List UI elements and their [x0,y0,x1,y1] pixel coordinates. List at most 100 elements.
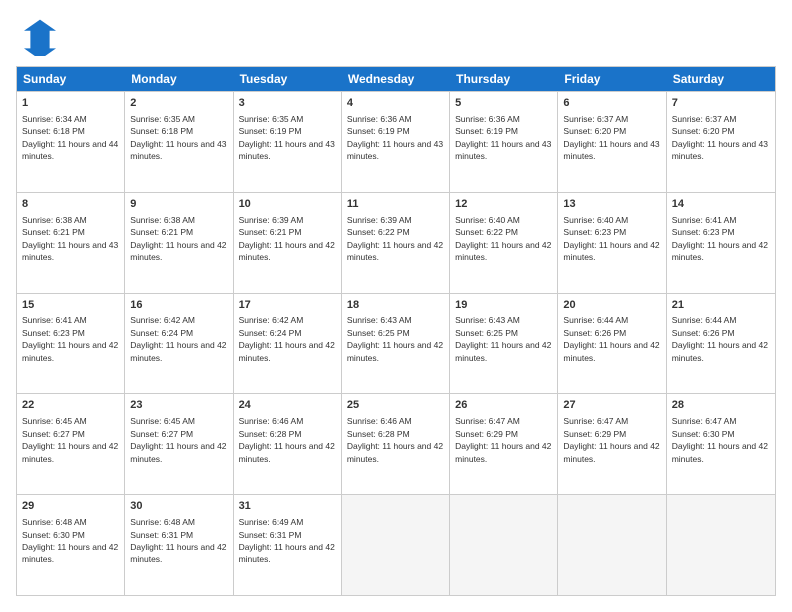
weekday-header: Saturday [667,67,775,91]
cell-info: Sunrise: 6:45 AMSunset: 6:27 PMDaylight:… [130,416,226,463]
calendar-cell: 16 Sunrise: 6:42 AMSunset: 6:24 PMDaylig… [125,294,233,394]
calendar-cell: 5 Sunrise: 6:36 AMSunset: 6:19 PMDayligh… [450,92,558,192]
day-number: 2 [130,96,227,111]
cell-info: Sunrise: 6:41 AMSunset: 6:23 PMDaylight:… [22,315,118,362]
weekday-header: Tuesday [234,67,342,91]
day-number: 3 [239,96,336,111]
page: SundayMondayTuesdayWednesdayThursdayFrid… [0,0,792,612]
weekday-header: Thursday [450,67,558,91]
day-number: 10 [239,197,336,212]
header [16,16,776,56]
cell-info: Sunrise: 6:36 AMSunset: 6:19 PMDaylight:… [347,114,443,161]
calendar-body: 1 Sunrise: 6:34 AMSunset: 6:18 PMDayligh… [17,91,775,595]
cell-info: Sunrise: 6:35 AMSunset: 6:19 PMDaylight:… [239,114,335,161]
calendar-cell: 17 Sunrise: 6:42 AMSunset: 6:24 PMDaylig… [234,294,342,394]
day-number: 15 [22,298,119,313]
cell-info: Sunrise: 6:39 AMSunset: 6:22 PMDaylight:… [347,215,443,262]
cell-info: Sunrise: 6:43 AMSunset: 6:25 PMDaylight:… [347,315,443,362]
calendar-cell: 23 Sunrise: 6:45 AMSunset: 6:27 PMDaylig… [125,394,233,494]
calendar-row: 15 Sunrise: 6:41 AMSunset: 6:23 PMDaylig… [17,293,775,394]
weekday-header: Monday [125,67,233,91]
day-number: 11 [347,197,444,212]
calendar-cell: 27 Sunrise: 6:47 AMSunset: 6:29 PMDaylig… [558,394,666,494]
cell-info: Sunrise: 6:38 AMSunset: 6:21 PMDaylight:… [22,215,118,262]
cell-info: Sunrise: 6:40 AMSunset: 6:23 PMDaylight:… [563,215,659,262]
day-number: 17 [239,298,336,313]
calendar-cell: 20 Sunrise: 6:44 AMSunset: 6:26 PMDaylig… [558,294,666,394]
day-number: 16 [130,298,227,313]
calendar-cell: 2 Sunrise: 6:35 AMSunset: 6:18 PMDayligh… [125,92,233,192]
cell-info: Sunrise: 6:42 AMSunset: 6:24 PMDaylight:… [239,315,335,362]
calendar-header: SundayMondayTuesdayWednesdayThursdayFrid… [17,67,775,91]
calendar-cell: 28 Sunrise: 6:47 AMSunset: 6:30 PMDaylig… [667,394,775,494]
logo-bird-icon [16,16,56,56]
calendar-cell: 4 Sunrise: 6:36 AMSunset: 6:19 PMDayligh… [342,92,450,192]
day-number: 14 [672,197,770,212]
cell-info: Sunrise: 6:46 AMSunset: 6:28 PMDaylight:… [239,416,335,463]
calendar-row: 1 Sunrise: 6:34 AMSunset: 6:18 PMDayligh… [17,91,775,192]
weekday-header: Sunday [17,67,125,91]
calendar-cell [342,495,450,595]
calendar-row: 22 Sunrise: 6:45 AMSunset: 6:27 PMDaylig… [17,393,775,494]
cell-info: Sunrise: 6:47 AMSunset: 6:30 PMDaylight:… [672,416,768,463]
calendar-cell: 1 Sunrise: 6:34 AMSunset: 6:18 PMDayligh… [17,92,125,192]
calendar-cell: 7 Sunrise: 6:37 AMSunset: 6:20 PMDayligh… [667,92,775,192]
calendar-cell: 18 Sunrise: 6:43 AMSunset: 6:25 PMDaylig… [342,294,450,394]
cell-info: Sunrise: 6:35 AMSunset: 6:18 PMDaylight:… [130,114,226,161]
day-number: 21 [672,298,770,313]
day-number: 5 [455,96,552,111]
calendar-row: 29 Sunrise: 6:48 AMSunset: 6:30 PMDaylig… [17,494,775,595]
cell-info: Sunrise: 6:39 AMSunset: 6:21 PMDaylight:… [239,215,335,262]
cell-info: Sunrise: 6:44 AMSunset: 6:26 PMDaylight:… [563,315,659,362]
weekday-header: Friday [558,67,666,91]
day-number: 18 [347,298,444,313]
day-number: 22 [22,398,119,413]
calendar-cell: 21 Sunrise: 6:44 AMSunset: 6:26 PMDaylig… [667,294,775,394]
day-number: 13 [563,197,660,212]
logo [16,16,60,56]
calendar-cell [558,495,666,595]
day-number: 7 [672,96,770,111]
cell-info: Sunrise: 6:37 AMSunset: 6:20 PMDaylight:… [563,114,659,161]
calendar-cell: 11 Sunrise: 6:39 AMSunset: 6:22 PMDaylig… [342,193,450,293]
calendar-cell: 10 Sunrise: 6:39 AMSunset: 6:21 PMDaylig… [234,193,342,293]
calendar-cell: 26 Sunrise: 6:47 AMSunset: 6:29 PMDaylig… [450,394,558,494]
day-number: 24 [239,398,336,413]
calendar-cell: 24 Sunrise: 6:46 AMSunset: 6:28 PMDaylig… [234,394,342,494]
calendar-cell: 3 Sunrise: 6:35 AMSunset: 6:19 PMDayligh… [234,92,342,192]
cell-info: Sunrise: 6:34 AMSunset: 6:18 PMDaylight:… [22,114,118,161]
cell-info: Sunrise: 6:41 AMSunset: 6:23 PMDaylight:… [672,215,768,262]
day-number: 23 [130,398,227,413]
cell-info: Sunrise: 6:48 AMSunset: 6:30 PMDaylight:… [22,517,118,564]
day-number: 4 [347,96,444,111]
cell-info: Sunrise: 6:37 AMSunset: 6:20 PMDaylight:… [672,114,768,161]
day-number: 1 [22,96,119,111]
calendar-cell: 31 Sunrise: 6:49 AMSunset: 6:31 PMDaylig… [234,495,342,595]
day-number: 25 [347,398,444,413]
calendar-cell: 22 Sunrise: 6:45 AMSunset: 6:27 PMDaylig… [17,394,125,494]
day-number: 6 [563,96,660,111]
cell-info: Sunrise: 6:48 AMSunset: 6:31 PMDaylight:… [130,517,226,564]
day-number: 28 [672,398,770,413]
calendar-cell: 12 Sunrise: 6:40 AMSunset: 6:22 PMDaylig… [450,193,558,293]
calendar-cell: 13 Sunrise: 6:40 AMSunset: 6:23 PMDaylig… [558,193,666,293]
day-number: 30 [130,499,227,514]
day-number: 12 [455,197,552,212]
cell-info: Sunrise: 6:47 AMSunset: 6:29 PMDaylight:… [455,416,551,463]
cell-info: Sunrise: 6:43 AMSunset: 6:25 PMDaylight:… [455,315,551,362]
calendar-cell: 14 Sunrise: 6:41 AMSunset: 6:23 PMDaylig… [667,193,775,293]
day-number: 29 [22,499,119,514]
cell-info: Sunrise: 6:45 AMSunset: 6:27 PMDaylight:… [22,416,118,463]
cell-info: Sunrise: 6:42 AMSunset: 6:24 PMDaylight:… [130,315,226,362]
calendar-cell: 19 Sunrise: 6:43 AMSunset: 6:25 PMDaylig… [450,294,558,394]
calendar-cell: 30 Sunrise: 6:48 AMSunset: 6:31 PMDaylig… [125,495,233,595]
cell-info: Sunrise: 6:47 AMSunset: 6:29 PMDaylight:… [563,416,659,463]
day-number: 20 [563,298,660,313]
cell-info: Sunrise: 6:40 AMSunset: 6:22 PMDaylight:… [455,215,551,262]
cell-info: Sunrise: 6:49 AMSunset: 6:31 PMDaylight:… [239,517,335,564]
calendar-cell: 25 Sunrise: 6:46 AMSunset: 6:28 PMDaylig… [342,394,450,494]
day-number: 31 [239,499,336,514]
weekday-header: Wednesday [342,67,450,91]
day-number: 9 [130,197,227,212]
calendar-cell: 8 Sunrise: 6:38 AMSunset: 6:21 PMDayligh… [17,193,125,293]
